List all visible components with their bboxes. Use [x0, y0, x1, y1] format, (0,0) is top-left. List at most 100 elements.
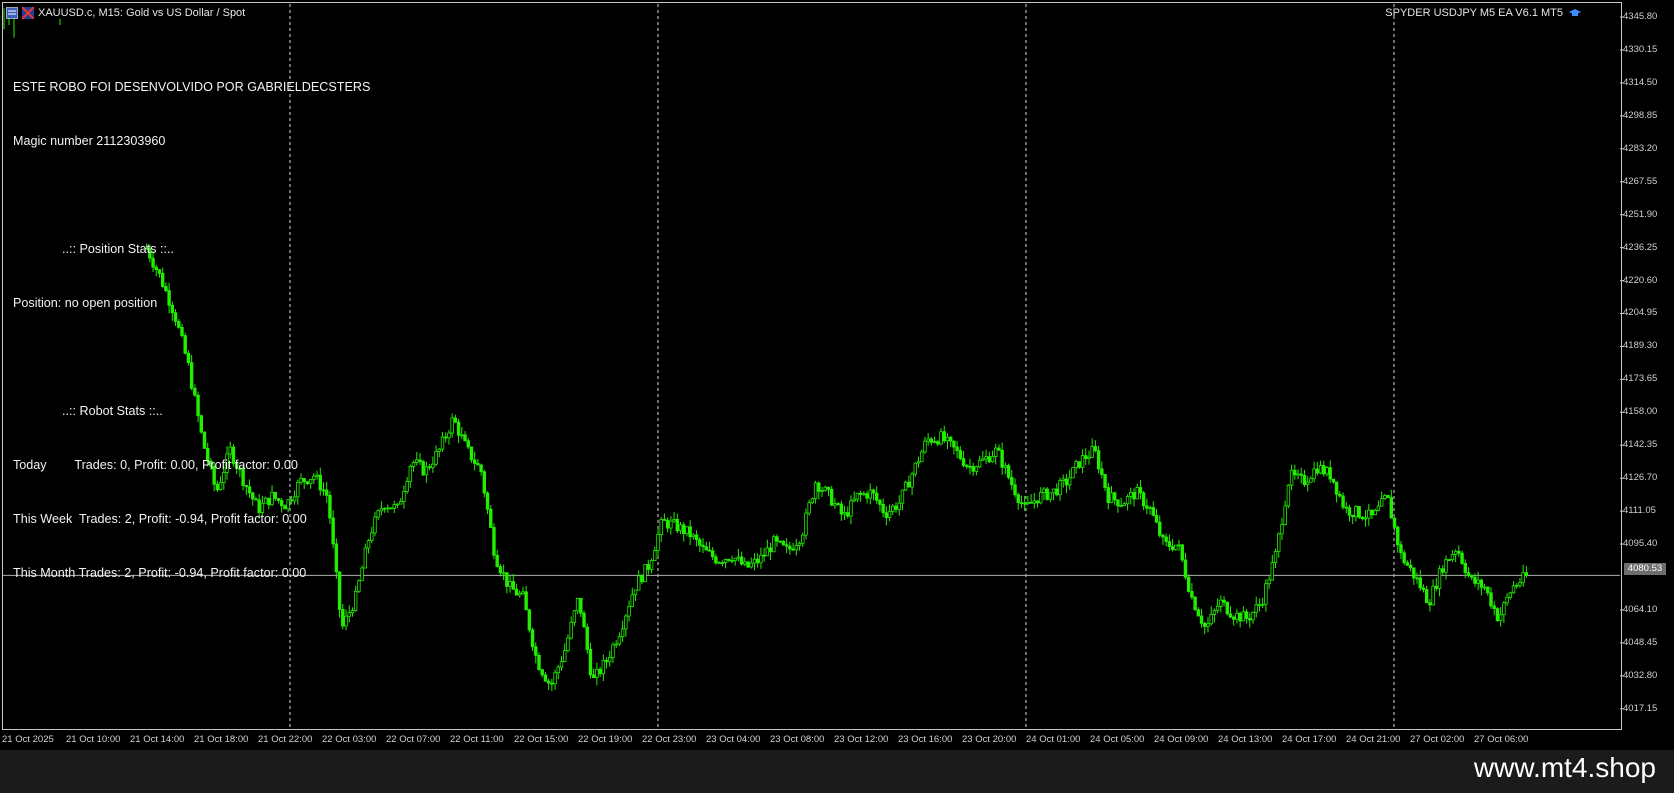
- chart-window[interactable]: XAUUSD.c, M15: Gold vs US Dollar / Spot …: [0, 0, 1674, 750]
- candle: [669, 516, 673, 535]
- candle: [723, 558, 728, 569]
- candle: [1019, 495, 1024, 508]
- candle: [575, 597, 580, 615]
- price-tick-label: 4330.15: [1623, 43, 1658, 55]
- candle: [456, 418, 461, 444]
- candle: [1241, 606, 1246, 622]
- candle: [755, 553, 760, 568]
- candle: [1199, 608, 1204, 628]
- candle: [1141, 490, 1146, 511]
- candle: [598, 666, 602, 678]
- info-line: Today Trades: 0, Profit: 0.00, Profit fa…: [13, 458, 298, 472]
- candle: [691, 533, 696, 540]
- candle: [633, 589, 638, 602]
- candle: [453, 414, 458, 423]
- price-tick-label: 4142.35: [1623, 439, 1658, 451]
- ea-info-panel: ESTE ROBO FOI DESENVOLVIDO POR GABRIELDE…: [13, 42, 370, 618]
- candle: [511, 573, 515, 590]
- candle: [1482, 583, 1487, 591]
- time-tick-label: 21 Oct 10:00: [66, 734, 121, 745]
- candle: [395, 503, 400, 509]
- candle: [981, 450, 985, 461]
- candle: [916, 456, 921, 468]
- time-tick-label: 22 Oct 03:00: [322, 734, 377, 745]
- candle: [1344, 502, 1348, 514]
- candle: [820, 486, 824, 497]
- candle: [591, 668, 596, 679]
- candle: [775, 534, 779, 547]
- candle: [1180, 544, 1184, 563]
- candle: [1161, 533, 1165, 545]
- candle: [476, 458, 480, 466]
- candle: [788, 541, 792, 555]
- candle: [1077, 461, 1082, 469]
- candle: [662, 513, 667, 521]
- candle: [479, 463, 483, 476]
- candle: [736, 548, 741, 562]
- candle: [1174, 544, 1178, 551]
- candle: [749, 557, 753, 569]
- candle: [553, 669, 557, 690]
- time-tick-label: 24 Oct 01:00: [1026, 734, 1081, 745]
- candle: [936, 439, 940, 447]
- candle: [710, 547, 715, 560]
- candle: [1029, 494, 1033, 504]
- candle: [398, 498, 403, 505]
- candle: [588, 642, 593, 679]
- price-tick-label: 4204.95: [1623, 307, 1658, 319]
- time-tick-label: 22 Oct 23:00: [642, 734, 697, 745]
- candle: [411, 460, 416, 472]
- candle: [1511, 581, 1516, 594]
- price-tick-label: 4189.30: [1623, 340, 1658, 352]
- candle: [765, 539, 770, 557]
- candle: [1186, 574, 1191, 593]
- symbol-flag-icon[interactable]: [21, 6, 35, 20]
- candle: [781, 540, 786, 546]
- chart-type-icon[interactable]: [6, 7, 18, 19]
- candle: [1518, 577, 1522, 589]
- candle: [1379, 491, 1384, 507]
- candle: [1055, 483, 1059, 497]
- candle: [472, 451, 477, 471]
- price-tick-label: 4267.55: [1623, 175, 1658, 187]
- candle: [784, 538, 789, 553]
- candle: [1222, 596, 1226, 607]
- candle: [842, 505, 847, 521]
- candle: [897, 495, 901, 516]
- candle: [833, 498, 837, 509]
- candle: [858, 490, 863, 502]
- candle: [1010, 470, 1014, 490]
- candle: [1389, 489, 1394, 519]
- candle: [801, 532, 805, 547]
- price-tick-label: 4236.25: [1623, 241, 1658, 253]
- candle: [910, 471, 914, 496]
- candle: [894, 501, 898, 513]
- candle: [1154, 508, 1159, 524]
- candle: [1042, 487, 1046, 501]
- time-tick-label: 24 Oct 05:00: [1090, 734, 1145, 745]
- candle: [1228, 606, 1233, 619]
- candle: [1051, 488, 1056, 501]
- candle: [514, 584, 519, 596]
- info-line: This Week Trades: 2, Profit: -0.94, Prof…: [13, 512, 307, 526]
- candle: [707, 541, 712, 552]
- time-tick-label: 21 Oct 2025: [2, 734, 54, 745]
- candle: [1392, 516, 1397, 532]
- candle: [450, 413, 454, 438]
- candle: [653, 546, 657, 561]
- candle: [1238, 611, 1242, 628]
- symbol-title: XAUUSD.c, M15: Gold vs US Dollar / Spot: [38, 7, 246, 19]
- candle: [1167, 534, 1172, 551]
- info-line: ESTE ROBO FOI DESENVOLVIDO POR GABRIELDE…: [13, 80, 371, 94]
- candle: [1421, 584, 1426, 593]
- candle: [447, 429, 451, 445]
- candle: [1045, 487, 1049, 501]
- candle: [1302, 469, 1307, 487]
- candle: [672, 511, 676, 523]
- candle: [829, 485, 834, 507]
- chart-title-bar: XAUUSD.c, M15: Gold vs US Dollar / Spot: [6, 4, 245, 22]
- candle: [1515, 583, 1519, 589]
- candle: [517, 590, 522, 598]
- candle: [630, 587, 634, 608]
- graduation-cap-icon[interactable]: [1568, 7, 1581, 19]
